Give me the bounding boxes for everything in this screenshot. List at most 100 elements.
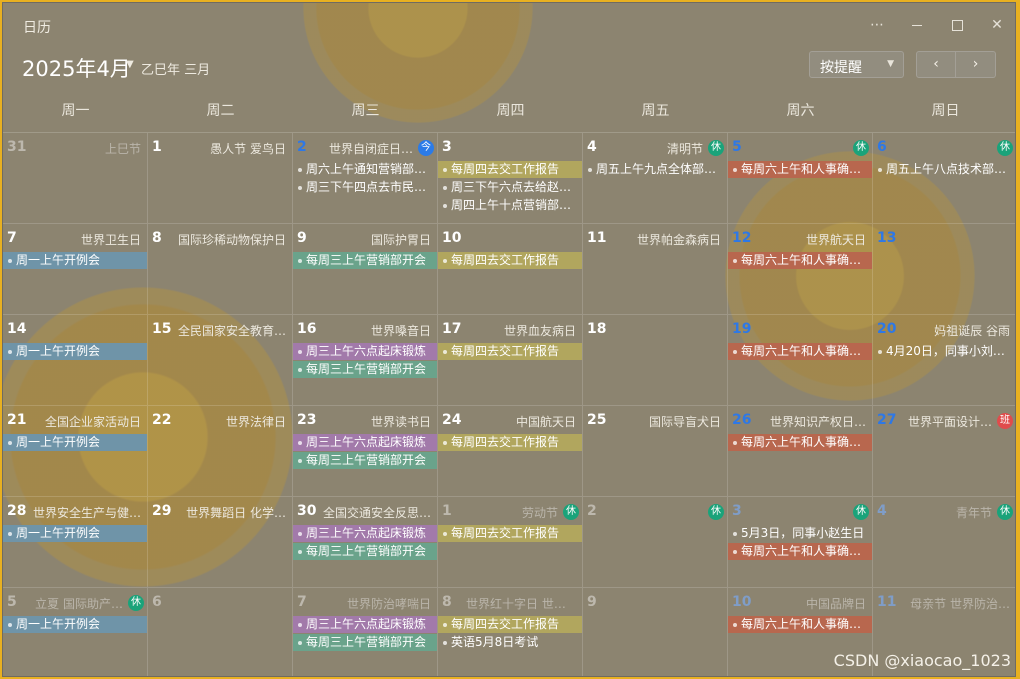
- day-cell[interactable]: 30 全国交通安全反思… 周三上午六点起床锻炼 每周三上午营销部开会: [293, 497, 438, 588]
- day-cell[interactable]: 12 世界航天日 每周六上午和人事确…: [728, 224, 873, 315]
- event-item[interactable]: 每周六上午和人事确…: [728, 343, 872, 360]
- day-cell[interactable]: 13: [873, 224, 1015, 315]
- day-number: 4: [877, 503, 887, 519]
- event-list: 每周四去交工作报告: [438, 252, 582, 270]
- event-item[interactable]: 每周六上午和人事确…: [728, 161, 872, 178]
- event-item[interactable]: 每周六上午和人事确…: [728, 252, 872, 269]
- day-cell[interactable]: 1 劳动节休每周四去交工作报告: [438, 497, 583, 588]
- day-cell[interactable]: 21 全国企业家活动日 周一上午开例会: [3, 406, 148, 497]
- holiday-badge: 休: [563, 504, 579, 520]
- event-item[interactable]: 周三下午四点去市民…: [293, 179, 437, 196]
- event-item[interactable]: 每周六上午和人事确…: [728, 543, 872, 560]
- event-item[interactable]: 周一上午开例会: [3, 616, 147, 633]
- event-list: 每周四去交工作报告 英语5月8日考试: [438, 616, 582, 652]
- event-item[interactable]: 每周四去交工作报告: [438, 434, 582, 451]
- maximize-button[interactable]: [943, 13, 971, 37]
- festival-label: 世界防治哮喘日: [346, 597, 431, 611]
- event-item[interactable]: 每周四去交工作报告: [438, 252, 582, 269]
- day-cell[interactable]: 29 世界舞蹈日 化学…: [148, 497, 293, 588]
- day-cell[interactable]: 26 世界知识产权日… 每周六上午和人事确…: [728, 406, 873, 497]
- day-cell[interactable]: 14 周一上午开例会: [3, 315, 148, 406]
- event-item[interactable]: 周一上午开例会: [3, 525, 147, 542]
- event-item[interactable]: 周四上午十点营销部…: [438, 197, 582, 214]
- event-item[interactable]: 每周三上午营销部开会: [293, 634, 437, 651]
- event-item[interactable]: 每周三上午营销部开会: [293, 361, 437, 378]
- next-month-button[interactable]: ›: [956, 51, 996, 78]
- more-icon[interactable]: ⋯: [863, 13, 891, 37]
- event-item[interactable]: 每周三上午营销部开会: [293, 543, 437, 560]
- day-cell[interactable]: 8 国际珍稀动物保护日: [148, 224, 293, 315]
- day-cell[interactable]: 5 休每周六上午和人事确…: [728, 133, 873, 224]
- title-bar: 日历 ⋯: [3, 3, 1015, 47]
- month-title[interactable]: 2025年4月: [22, 53, 131, 83]
- event-list: 每周六上午和人事确…: [728, 252, 872, 270]
- event-item[interactable]: 周五上午九点全体部…: [583, 161, 727, 178]
- day-cell[interactable]: 7 世界防治哮喘日 周三上午六点起床锻炼 每周三上午营销部开会: [293, 588, 438, 676]
- month-dropdown-icon[interactable]: ▼: [126, 59, 134, 70]
- event-item[interactable]: 每周三上午营销部开会: [293, 252, 437, 269]
- day-cell[interactable]: 3 每周四去交工作报告 周三下午六点去给赵… 周四上午十点营销部…: [438, 133, 583, 224]
- day-cell[interactable]: 7 世界卫生日 周一上午开例会: [3, 224, 148, 315]
- day-number: 6: [152, 594, 162, 610]
- event-item[interactable]: 周一上午开例会: [3, 252, 147, 269]
- event-item[interactable]: 周一上午开例会: [3, 434, 147, 451]
- event-item[interactable]: 每周三上午营销部开会: [293, 452, 437, 469]
- event-item[interactable]: 每周四去交工作报告: [438, 343, 582, 360]
- day-cell[interactable]: 19 每周六上午和人事确…: [728, 315, 873, 406]
- day-cell[interactable]: 6 休周五上午八点技术部…: [873, 133, 1015, 224]
- day-cell[interactable]: 4 清明节休周五上午九点全体部…: [583, 133, 728, 224]
- event-item[interactable]: 每周四去交工作报告: [438, 161, 582, 178]
- festival-label: 世界安全生产与健…: [32, 506, 141, 520]
- event-item[interactable]: 周三下午六点去给赵…: [438, 179, 582, 196]
- reminder-filter-select[interactable]: 按提醒 ▼: [809, 51, 904, 78]
- day-cell[interactable]: 20 妈祖诞辰 谷雨 4月20日，同事小刘…: [873, 315, 1015, 406]
- event-item[interactable]: 周六上午通知营销部…: [293, 161, 437, 178]
- minimize-button[interactable]: [903, 13, 931, 37]
- day-cell[interactable]: 28 世界安全生产与健… 周一上午开例会: [3, 497, 148, 588]
- day-cell[interactable]: 8 世界红十字日 世界… 每周四去交工作报告 英语5月8日考试: [438, 588, 583, 676]
- event-item[interactable]: 每周六上午和人事确…: [728, 616, 872, 633]
- event-item[interactable]: 5月3日，同事小赵生日: [728, 525, 872, 542]
- day-cell[interactable]: 5 立夏 国际助产… 休周一上午开例会: [3, 588, 148, 676]
- close-button[interactable]: ✕: [983, 13, 1011, 37]
- event-item[interactable]: 周五上午八点技术部…: [873, 161, 1015, 178]
- day-cell[interactable]: 23 世界读书日 周三上午六点起床锻炼 每周三上午营销部开会: [293, 406, 438, 497]
- day-cell[interactable]: 6: [148, 588, 293, 676]
- festival-label: 青年节: [955, 506, 992, 520]
- day-cell[interactable]: 1 愚人节 爱鸟日: [148, 133, 293, 224]
- event-item[interactable]: 每周四去交工作报告: [438, 616, 582, 633]
- previous-month-button[interactable]: ‹: [916, 51, 956, 78]
- day-cell[interactable]: 15 全民国家安全教育…: [148, 315, 293, 406]
- day-number: 16: [297, 321, 317, 337]
- event-item[interactable]: 每周六上午和人事确…: [728, 434, 872, 451]
- day-cell[interactable]: 16 世界嗓音日 周三上午六点起床锻炼 每周三上午营销部开会: [293, 315, 438, 406]
- day-cell[interactable]: 11 世界帕金森病日: [583, 224, 728, 315]
- day-cell[interactable]: 27 世界平面设计… 班: [873, 406, 1015, 497]
- day-cell[interactable]: 18: [583, 315, 728, 406]
- event-item[interactable]: 英语5月8日考试: [438, 634, 582, 651]
- event-list: 周一上午开例会: [3, 434, 147, 452]
- day-number: 10: [442, 230, 462, 246]
- event-list: 周三上午六点起床锻炼 每周三上午营销部开会: [293, 616, 437, 652]
- day-cell[interactable]: 3 休 5月3日，同事小赵生日 每周六上午和人事确…: [728, 497, 873, 588]
- event-item[interactable]: 周三上午六点起床锻炼: [293, 434, 437, 451]
- day-cell[interactable]: 17 世界血友病日 每周四去交工作报告: [438, 315, 583, 406]
- day-cell[interactable]: 9 国际护胃日 每周三上午营销部开会: [293, 224, 438, 315]
- day-number: 8: [152, 230, 162, 246]
- event-item[interactable]: 4月20日，同事小刘…: [873, 343, 1015, 360]
- day-cell[interactable]: 24 中国航天日 每周四去交工作报告: [438, 406, 583, 497]
- day-cell[interactable]: 2 世界自闭症日… 今周六上午通知营销部… 周三下午四点去市民…: [293, 133, 438, 224]
- day-cell[interactable]: 2休: [583, 497, 728, 588]
- event-item[interactable]: 周三上午六点起床锻炼: [293, 616, 437, 633]
- event-item[interactable]: 每周四去交工作报告: [438, 525, 582, 542]
- day-cell[interactable]: 31 上巳节: [3, 133, 148, 224]
- day-cell[interactable]: 9: [583, 588, 728, 676]
- event-item[interactable]: 周三上午六点起床锻炼: [293, 525, 437, 542]
- day-cell[interactable]: 10 每周四去交工作报告: [438, 224, 583, 315]
- chevron-down-icon: ▼: [887, 59, 894, 69]
- event-item[interactable]: 周三上午六点起床锻炼: [293, 343, 437, 360]
- day-cell[interactable]: 25 国际导盲犬日: [583, 406, 728, 497]
- day-cell[interactable]: 4 青年节休: [873, 497, 1015, 588]
- day-cell[interactable]: 22 世界法律日: [148, 406, 293, 497]
- event-item[interactable]: 周一上午开例会: [3, 343, 147, 360]
